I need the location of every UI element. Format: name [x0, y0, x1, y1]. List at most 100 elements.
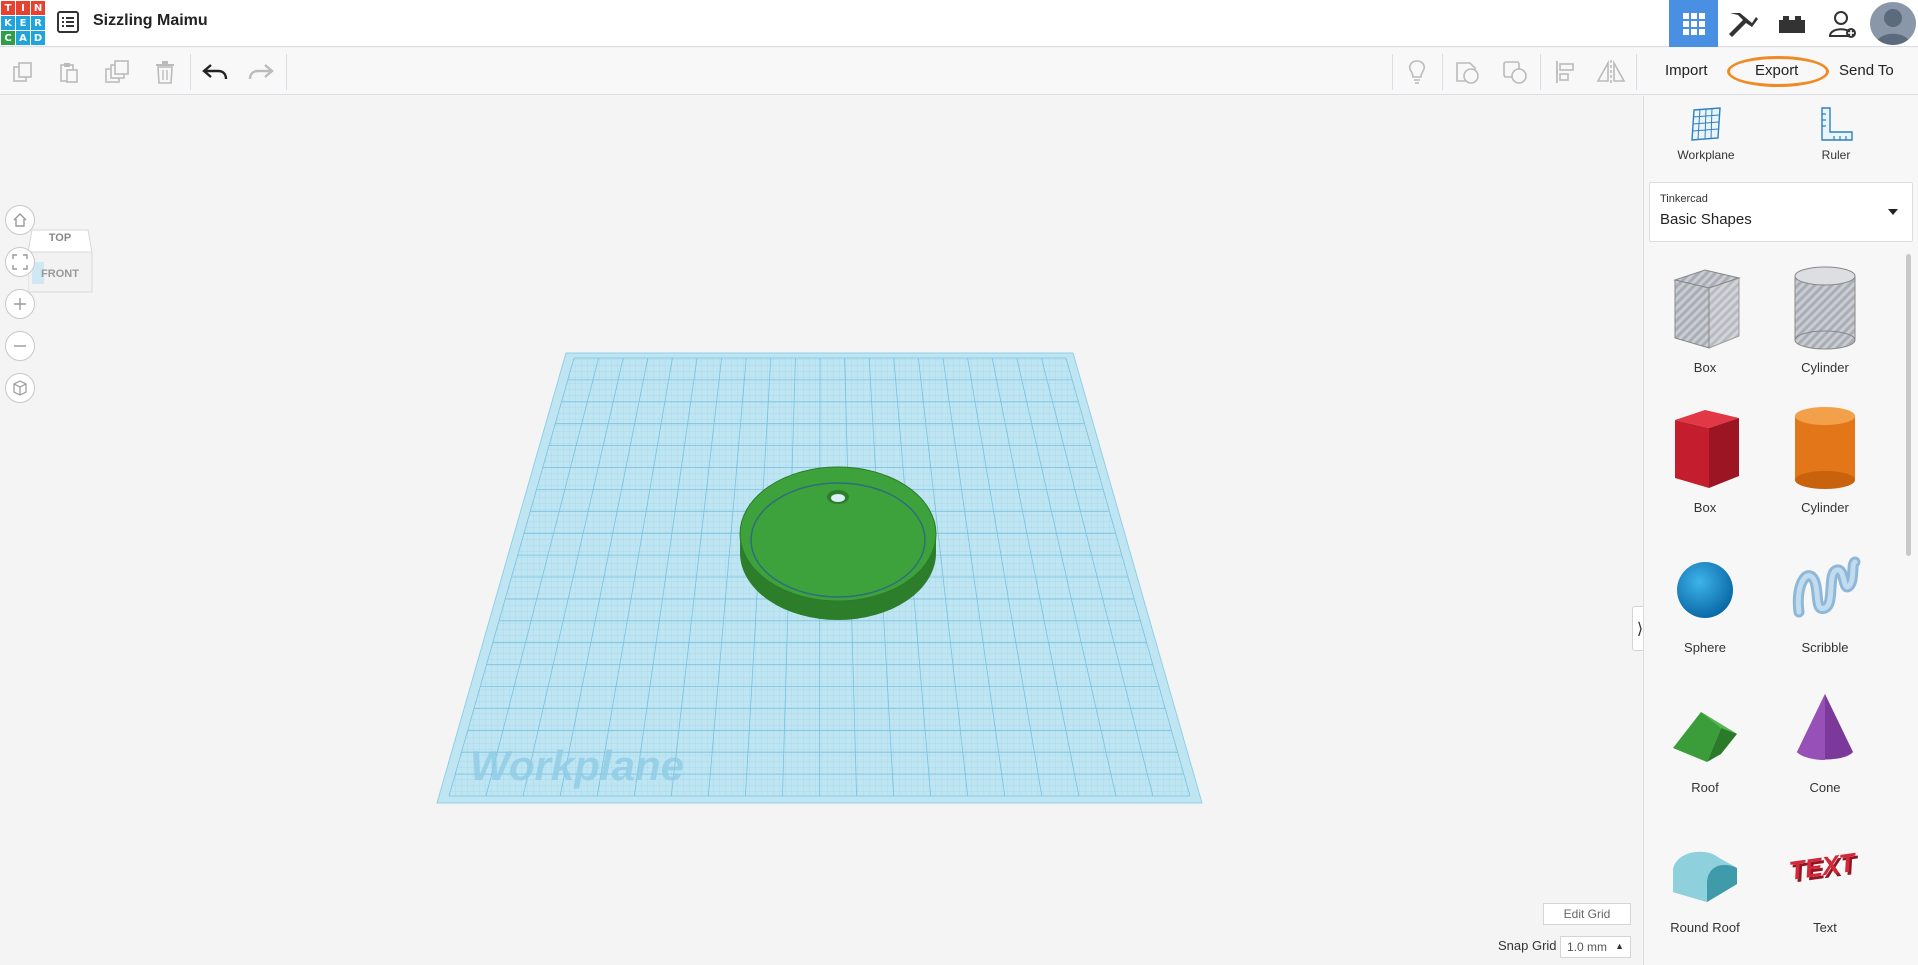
perspective-icon	[13, 380, 27, 396]
round-roof-icon	[1673, 851, 1737, 902]
shape-text[interactable]: TEXT TEXT Text	[1765, 814, 1885, 944]
shape-library-dropdown[interactable]: Tinkercad Basic Shapes	[1649, 182, 1913, 242]
logo-letter: R	[31, 16, 45, 30]
cylinder-hole-icon	[1794, 266, 1856, 350]
shape-cylinder-hole[interactable]: Cylinder	[1765, 254, 1885, 384]
bricks-view-button[interactable]	[1767, 0, 1816, 47]
view-cube[interactable]: TOP FRONT	[27, 218, 94, 296]
mirror-icon	[1596, 59, 1626, 84]
ungroup-icon	[1503, 60, 1527, 84]
zoom-out-button[interactable]	[5, 331, 35, 361]
paste-icon	[60, 62, 78, 83]
group-button[interactable]	[1444, 48, 1490, 95]
logo-letter: C	[1, 31, 15, 45]
redo-button[interactable]	[238, 48, 284, 95]
shape-label: Cylinder	[1801, 360, 1849, 375]
cone-icon	[1797, 694, 1853, 760]
logo-letter: I	[16, 1, 30, 15]
workplane-watermark: Workplane	[470, 742, 684, 789]
avatar[interactable]	[1870, 2, 1916, 45]
logo-letter: A	[16, 31, 30, 45]
shape-sphere[interactable]: Sphere	[1645, 534, 1765, 664]
copy-button[interactable]	[0, 48, 46, 95]
library-name: Basic Shapes	[1660, 211, 1752, 228]
ruler-tool[interactable]: Ruler	[1776, 106, 1896, 176]
import-button[interactable]: Import	[1665, 62, 1708, 79]
panel-scrollbar[interactable]	[1906, 254, 1911, 556]
roof-icon	[1673, 712, 1737, 762]
shape-label: Sphere	[1684, 640, 1726, 655]
shapes-panel: Workplane Ruler Tinkercad Basic Shapes B…	[1643, 96, 1918, 965]
shape-label: Text	[1813, 920, 1837, 935]
workplane-icon	[1691, 107, 1721, 141]
zoom-in-button[interactable]	[5, 289, 35, 319]
grid-icon	[1682, 12, 1705, 35]
brick-icon	[1778, 15, 1805, 33]
invite-user-button[interactable]	[1818, 0, 1867, 47]
perspective-button[interactable]	[5, 373, 35, 403]
shape-cone[interactable]: Cone	[1765, 674, 1885, 804]
workplane-tool[interactable]: Workplane	[1646, 106, 1766, 176]
text-shape-icon: TEXT TEXT	[1787, 847, 1861, 889]
logo-letter: E	[16, 16, 30, 30]
divider	[1540, 54, 1541, 90]
home-view-button[interactable]	[5, 205, 35, 235]
shape-scribble[interactable]: Scribble	[1765, 534, 1885, 664]
home-icon	[13, 213, 27, 227]
mirror-button[interactable]	[1588, 48, 1634, 95]
redo-icon	[248, 63, 274, 79]
minus-icon	[14, 345, 26, 347]
design-list-button[interactable]	[56, 10, 80, 34]
plus-icon	[14, 298, 26, 310]
shape-round-roof[interactable]: Round Roof	[1645, 814, 1765, 944]
caret-down-icon	[1888, 209, 1898, 215]
shape-box[interactable]: Box	[1645, 394, 1765, 524]
logo-letter: T	[1, 1, 15, 15]
edit-grid-button[interactable]: Edit Grid	[1543, 903, 1631, 925]
medallion-shape[interactable]	[739, 466, 937, 620]
snap-grid-select[interactable]: 1.0 mm ▲	[1560, 936, 1631, 958]
shape-cylinder[interactable]: Cylinder	[1765, 394, 1885, 524]
undo-button[interactable]	[192, 48, 238, 95]
view-cube-front[interactable]: FRONT	[28, 268, 92, 280]
delete-button[interactable]	[142, 48, 188, 95]
shape-label: Box	[1693, 500, 1717, 515]
undo-icon	[202, 63, 228, 79]
3d-viewport[interactable]: Workplane TOP FRONT ⟩	[0, 96, 1648, 965]
divider	[286, 54, 287, 90]
minecraft-view-button[interactable]	[1718, 0, 1767, 47]
add-user-icon	[1828, 10, 1856, 38]
logo-letter: D	[31, 31, 45, 45]
ungroup-button[interactable]	[1492, 48, 1538, 95]
send-to-button[interactable]: Send To	[1839, 62, 1894, 79]
shape-label: Box	[1693, 360, 1717, 375]
project-title[interactable]: Sizzling Maimu	[93, 12, 208, 30]
duplicate-icon	[105, 59, 129, 83]
view-cube-top[interactable]: TOP	[28, 232, 92, 244]
logo-letter: K	[1, 16, 15, 30]
snap-grid-value: 1.0 mm	[1567, 940, 1608, 954]
shape-label: Cone	[1809, 780, 1841, 795]
paste-button[interactable]	[46, 48, 92, 95]
align-button[interactable]	[1542, 48, 1588, 95]
caret-up-icon: ▲	[1615, 941, 1624, 951]
view-cube-icon	[27, 229, 93, 293]
divider	[190, 54, 191, 90]
duplicate-button[interactable]	[94, 48, 140, 95]
fit-view-button[interactable]	[5, 247, 35, 277]
tinkercad-logo[interactable]: T I N K E R C A D	[0, 0, 45, 45]
shape-label: Roof	[1691, 780, 1719, 795]
shape-label: Round Roof	[1670, 920, 1740, 935]
list-icon	[57, 11, 79, 33]
box-hole-icon	[1673, 269, 1741, 349]
shape-roof[interactable]: Roof	[1645, 674, 1765, 804]
snap-grid-label: Snap Grid	[1498, 938, 1557, 953]
logo-letter: N	[31, 1, 45, 15]
shape-box-hole[interactable]: Box	[1645, 254, 1765, 384]
cylinder-solid-icon	[1795, 407, 1855, 489]
3d-design-view-button[interactable]	[1669, 0, 1718, 47]
notes-button[interactable]	[1394, 48, 1440, 95]
edit-toolbar: Import Export Send To	[0, 48, 1918, 95]
top-bar: T I N K E R C A D Sizzling Maimu	[0, 0, 1918, 47]
scribble-icon	[1792, 556, 1861, 618]
